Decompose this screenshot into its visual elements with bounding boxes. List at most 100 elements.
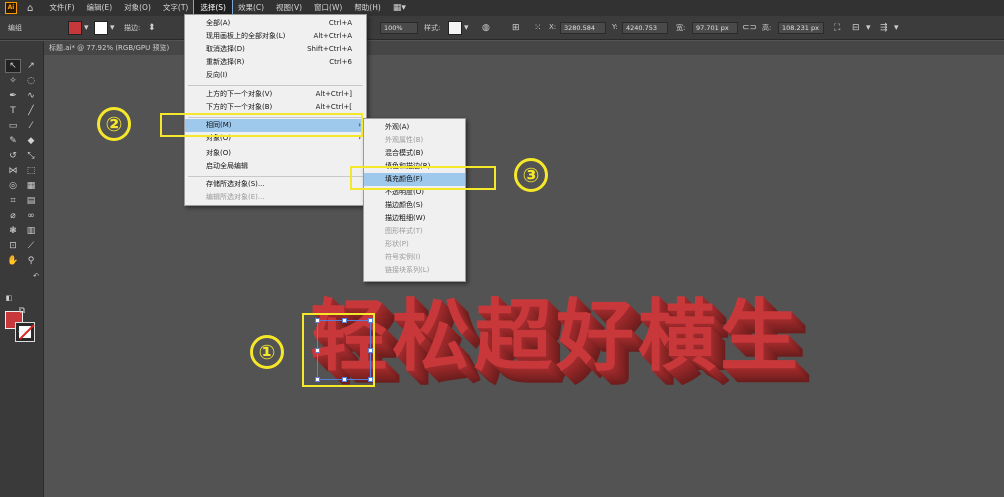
y-field[interactable]: 4240.753 bbox=[622, 22, 668, 34]
y-label: Y: bbox=[612, 23, 618, 31]
style-swatch[interactable] bbox=[448, 21, 462, 35]
width-field[interactable]: 97.701 px bbox=[692, 22, 738, 34]
swap-fill-stroke-icon[interactable]: ↶ bbox=[28, 269, 44, 283]
menu-separator bbox=[188, 85, 363, 86]
fill-swatch-control[interactable] bbox=[68, 21, 82, 35]
pen-tool-icon[interactable]: ✒ bbox=[5, 89, 21, 103]
recolor-icon[interactable]: ◍ bbox=[482, 22, 490, 34]
menu-item-select-all-artboard[interactable]: 现用画板上的全部对象(L) Alt+Ctrl+A bbox=[185, 30, 366, 43]
stroke-swatch-control[interactable] bbox=[94, 21, 108, 35]
rectangle-tool-icon[interactable]: ▭ bbox=[5, 119, 21, 133]
submenu-item-appearance[interactable]: 外观(A) bbox=[364, 121, 465, 134]
link-icon[interactable]: ⊂⊃ bbox=[742, 22, 757, 34]
step-3-marker: ③ bbox=[514, 158, 548, 192]
document-tab[interactable]: 标题.ai* @ 77.92% (RGB/GPU 预览) bbox=[49, 43, 169, 53]
menu-separator bbox=[188, 176, 363, 177]
magic-wand-icon[interactable]: ✧ bbox=[5, 74, 21, 88]
tools-panel: ↖ ↗ ✧ ◌ ✒ ∿ T ╱ ▭ ⁄ ✎ ◆ ↺ ⤡ ⋈ ⬚ ◎ ▦ ⌗ ▤ … bbox=[0, 41, 44, 497]
mode-label: 编组 bbox=[8, 24, 22, 32]
step-1-marker: ① bbox=[250, 335, 284, 369]
step-2-marker: ② bbox=[97, 107, 131, 141]
submenu-item-link-block-series[interactable]: 链接块系列(L) bbox=[364, 264, 465, 277]
align-left-icon[interactable]: ⊟ bbox=[852, 22, 860, 34]
width-tool-icon[interactable]: ⋈ bbox=[5, 164, 21, 178]
reference-point-icon[interactable]: ⁙ bbox=[534, 22, 542, 34]
graph-tool-icon[interactable]: ▥ bbox=[23, 224, 39, 238]
more-tools-icon[interactable]: ... bbox=[14, 323, 30, 337]
shape-builder-icon[interactable]: ◎ bbox=[5, 179, 21, 193]
slice-tool-icon[interactable]: ⟋ bbox=[23, 239, 39, 253]
submenu-item-symbol-instance[interactable]: 符号实例(I) bbox=[364, 251, 465, 264]
chevron-down-icon[interactable]: ▾ bbox=[866, 22, 871, 34]
zoom-tool-icon[interactable]: ⚲ bbox=[23, 254, 39, 268]
opacity-field[interactable]: 100% bbox=[380, 22, 418, 34]
width-label: 宽: bbox=[676, 24, 686, 32]
align-icon[interactable]: ⊞ bbox=[512, 22, 520, 34]
menu-object[interactable]: 对象(O) bbox=[118, 0, 157, 16]
chevron-down-icon[interactable]: ▾ bbox=[894, 22, 899, 34]
menu-item-inverse[interactable]: 反向(I) bbox=[185, 69, 366, 82]
submenu-item-stroke-color[interactable]: 描边颜色(S) bbox=[364, 199, 465, 212]
eyedropper-icon[interactable]: ⌀ bbox=[5, 209, 21, 223]
menu-bar: Ai ⌂ 文件(F) 编辑(E) 对象(O) 文字(T) 选择(S) 效果(C)… bbox=[0, 0, 1004, 17]
chevron-down-icon[interactable]: ▾ bbox=[464, 22, 469, 34]
annotation-highlight-fill-color bbox=[350, 166, 496, 190]
line-tool-icon[interactable]: ╱ bbox=[23, 104, 39, 118]
arrange-icon[interactable]: ⇶ bbox=[880, 22, 888, 34]
shaper-tool-icon[interactable]: ✎ bbox=[5, 134, 21, 148]
menu-item-save-selection[interactable]: 存储所选对象(S)... bbox=[185, 178, 366, 191]
submenu-item-appearance-attribute[interactable]: 外观属性(B) bbox=[364, 134, 465, 147]
workspace-grid-icon[interactable]: ▦▾ bbox=[393, 3, 406, 13]
home-icon[interactable]: ⌂ bbox=[27, 3, 33, 14]
menu-edit[interactable]: 编辑(E) bbox=[81, 0, 119, 16]
menu-item-deselect[interactable]: 取消选择(D) Shift+Ctrl+A bbox=[185, 43, 366, 56]
app-logo: Ai bbox=[5, 2, 17, 14]
scale-tool-icon[interactable]: ⤡ bbox=[23, 149, 39, 163]
transform-icon[interactable]: ⛶ bbox=[834, 22, 840, 34]
hand-tool-icon[interactable]: ✋ bbox=[5, 254, 21, 268]
height-label: 高: bbox=[762, 24, 772, 32]
x-label: X: bbox=[549, 23, 557, 31]
symbol-sprayer-icon[interactable]: ❃ bbox=[5, 224, 21, 238]
rotate-tool-icon[interactable]: ↺ bbox=[5, 149, 21, 163]
chevron-down-icon[interactable]: ▾ bbox=[84, 22, 89, 34]
menu-item-object-2[interactable]: 对象(O) bbox=[185, 147, 366, 160]
select-menu-dropdown: 全部(A) Ctrl+A 现用画板上的全部对象(L) Alt+Ctrl+A 取消选择… bbox=[184, 14, 367, 206]
submenu-item-graphic-style[interactable]: 图形样式(T) bbox=[364, 225, 465, 238]
control-bar: 编组 ▾ ▾ 描边: ⬍ 100% 样式: ▾ ◍ ⊞ ⁙ X: 3280.58… bbox=[0, 16, 1004, 40]
eraser-icon[interactable]: ◆ bbox=[23, 134, 39, 148]
gradient-tool-icon[interactable]: ▤ bbox=[23, 194, 39, 208]
direct-selection-tool-icon[interactable]: ↗ bbox=[23, 59, 39, 73]
perspective-grid-icon[interactable]: ▦ bbox=[23, 179, 39, 193]
height-field[interactable]: 108.231 px bbox=[778, 22, 824, 34]
menu-item-reselect[interactable]: 重新选择(R) Ctrl+6 bbox=[185, 56, 366, 69]
submenu-item-shape[interactable]: 形状(P) bbox=[364, 238, 465, 251]
curvature-icon[interactable]: ∿ bbox=[23, 89, 39, 103]
blend-tool-icon[interactable]: ∞ bbox=[23, 209, 39, 223]
menu-item-select-all[interactable]: 全部(A) Ctrl+A bbox=[185, 17, 366, 30]
same-submenu: 外观(A) 外观属性(B) 混合模式(B) 填色和描边(R) 填充颜色(F) 不… bbox=[363, 118, 466, 282]
menu-file[interactable]: 文件(F) bbox=[43, 0, 80, 16]
submenu-item-blending-mode[interactable]: 混合模式(B) bbox=[364, 147, 465, 160]
annotation-highlight-object bbox=[302, 313, 375, 387]
draw-mode-icon[interactable]: ⧉ bbox=[14, 304, 30, 318]
x-field[interactable]: 3280.584 bbox=[560, 22, 606, 34]
stroke-label: 描边: bbox=[124, 24, 141, 32]
submenu-item-stroke-weight[interactable]: 描边粗细(W) bbox=[364, 212, 465, 225]
artboard-tool-icon[interactable]: ⊡ bbox=[5, 239, 21, 253]
artwork-3d-text[interactable]: 轻松超好横生 bbox=[310, 292, 802, 382]
menu-item-next-object-above[interactable]: 上方的下一个对象(V) Alt+Ctrl+] bbox=[185, 88, 366, 101]
menu-item-edit-selection[interactable]: 编辑所选对象(E)... bbox=[185, 191, 366, 204]
paintbrush-icon[interactable]: ⁄ bbox=[23, 119, 39, 133]
lasso-icon[interactable]: ◌ bbox=[23, 74, 39, 88]
default-colors-icon[interactable]: ◧ bbox=[1, 291, 17, 305]
style-label: 样式: bbox=[424, 24, 441, 32]
chevron-down-icon[interactable]: ▾ bbox=[110, 22, 115, 34]
annotation-highlight-same bbox=[160, 113, 363, 137]
stroke-weight-stepper-icon[interactable]: ⬍ bbox=[148, 22, 156, 34]
type-tool-icon[interactable]: T bbox=[5, 104, 21, 118]
menu-item-global-edit[interactable]: 启动全局编辑 bbox=[185, 160, 366, 173]
selection-tool-icon[interactable]: ↖ bbox=[5, 59, 21, 73]
free-transform-icon[interactable]: ⬚ bbox=[23, 164, 39, 178]
mesh-tool-icon[interactable]: ⌗ bbox=[5, 194, 21, 208]
